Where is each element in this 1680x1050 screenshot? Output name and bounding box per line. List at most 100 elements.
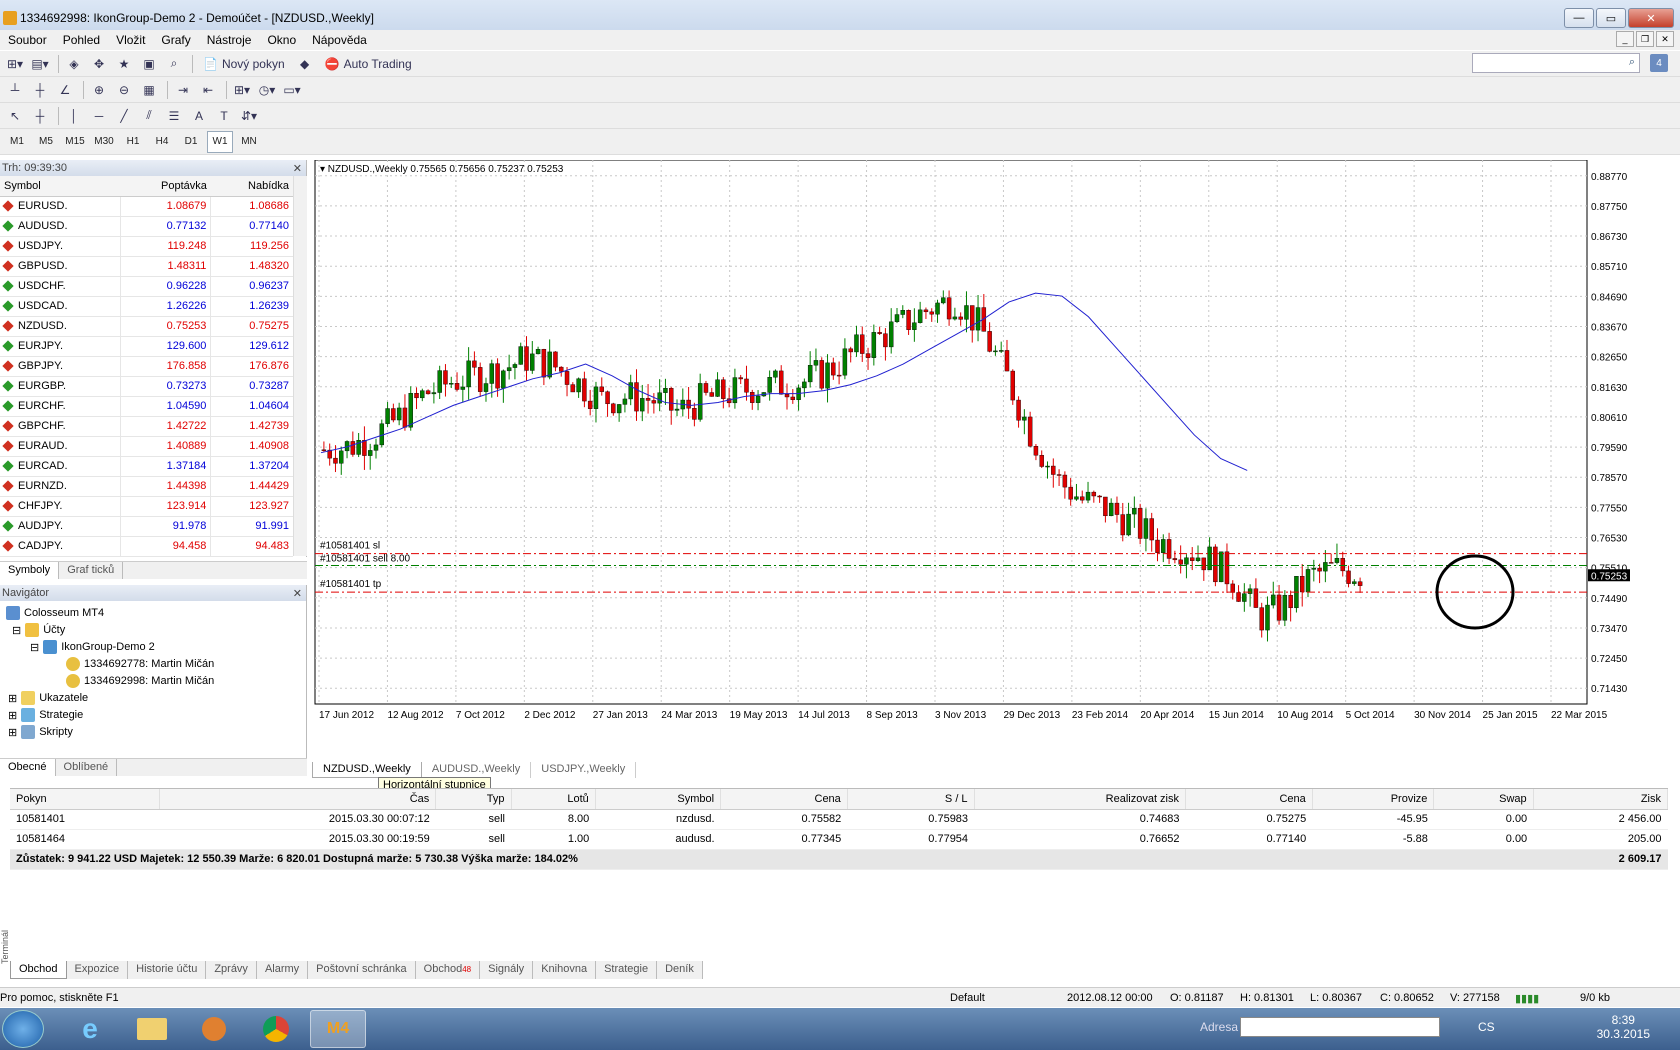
terminal-tab[interactable]: Zprávy (206, 961, 257, 979)
menu-file[interactable]: Soubor (0, 33, 55, 47)
nav-indicators[interactable]: ⊞ Ukazatele (8, 691, 88, 705)
orders-col[interactable]: Realizovat zisk (974, 789, 1187, 810)
text-icon[interactable]: A (188, 105, 210, 127)
market-watch-row[interactable]: USDJPY. 119.248 119.256 (0, 236, 293, 257)
orders-col[interactable]: S / L (847, 789, 975, 810)
search-input[interactable]: ⌕ (1472, 53, 1640, 73)
order-row[interactable]: 10581401 2015.03.30 00:07:12 sell 8.00 nzdus… (10, 809, 1668, 830)
channel-icon[interactable]: ⫽ (138, 105, 160, 127)
terminal-tab[interactable]: Obchod (10, 961, 67, 979)
col-symbol[interactable]: Symbol (0, 176, 121, 197)
chrome-icon[interactable] (248, 1010, 304, 1048)
market-watch-row[interactable]: AUDJPY. 91.978 91.991 (0, 516, 293, 537)
menu-help[interactable]: Nápověda (304, 33, 375, 47)
tf-d1[interactable]: D1 (178, 131, 204, 153)
nav-server[interactable]: ⊟ IkonGroup-Demo 2 (30, 640, 155, 654)
chart-tab-usdjpy[interactable]: USDJPY.,Weekly (531, 762, 637, 778)
address-input[interactable] (1240, 1017, 1440, 1037)
terminal-tab[interactable]: Obchod48 (416, 961, 481, 979)
tf-m1[interactable]: M1 (4, 131, 30, 153)
terminal-tab[interactable]: Deník (657, 961, 703, 979)
nav-accounts[interactable]: ⊟ Účty (12, 623, 65, 637)
menu-view[interactable]: Pohled (55, 33, 108, 47)
market-watch-row[interactable]: NZDUSD. 0.75253 0.75275 (0, 316, 293, 337)
market-watch-row[interactable]: GBPJPY. 176.858 176.876 (0, 356, 293, 377)
mdi-minimize-button[interactable]: _ (1616, 31, 1634, 47)
orders-col[interactable]: Čas (159, 789, 437, 810)
tf-w1[interactable]: W1 (207, 130, 233, 153)
language-indicator[interactable]: CS (1478, 1020, 1495, 1034)
market-watch-icon[interactable]: ◈ (63, 53, 85, 75)
horizontal-line-icon[interactable]: ─ (88, 105, 110, 127)
close-icon[interactable]: ✕ (293, 587, 302, 600)
mdi-close-button[interactable]: ✕ (1656, 31, 1674, 47)
tab-general[interactable]: Obecné (0, 759, 56, 776)
terminal-tab[interactable]: Expozice (67, 961, 129, 979)
terminal-tab[interactable]: Poštovní schránka (308, 961, 416, 979)
trendline-icon[interactable]: ╱ (113, 105, 135, 127)
tab-tick-chart[interactable]: Graf ticků (59, 562, 124, 579)
profiles-icon[interactable]: ▤▾ (29, 53, 51, 75)
label-icon[interactable]: T (213, 105, 235, 127)
orders-col[interactable]: Swap (1433, 789, 1534, 810)
terminal-tab[interactable]: Knihovna (533, 961, 597, 979)
new-chart-icon[interactable]: ⊞▾ (4, 53, 26, 75)
close-button[interactable]: ✕ (1628, 8, 1674, 28)
close-icon[interactable]: ✕ (293, 162, 302, 175)
price-chart[interactable]: 0.88770 0.87750 0.86730 0.85710 0.84690 0.836… (312, 159, 1668, 760)
terminal-tab[interactable]: Historie účtu (128, 961, 207, 979)
tf-h1[interactable]: H1 (120, 131, 146, 153)
indicators-icon[interactable]: ⊞▾ (231, 79, 253, 101)
market-watch-row[interactable]: EURUSD. 1.08679 1.08686 (0, 196, 293, 217)
market-watch-row[interactable]: EURGBP. 0.73273 0.73287 (0, 376, 293, 397)
metaeditor-icon[interactable]: ◆ (294, 53, 316, 75)
strategy-tester-icon[interactable]: ⌕ (163, 53, 185, 75)
orders-col[interactable]: Symbol (595, 789, 722, 810)
chart-shift-icon[interactable]: ⇥ (172, 79, 194, 101)
orders-col[interactable]: Typ (435, 789, 512, 810)
market-watch-row[interactable]: EURCAD. 1.37184 1.37204 (0, 456, 293, 477)
nav-account-2[interactable]: 1334692998: Martin Mičán (66, 674, 214, 688)
arrows-icon[interactable]: ⇵▾ (238, 105, 260, 127)
status-profile[interactable]: Default (950, 992, 985, 1004)
zoom-out-icon[interactable]: ⊖ (113, 79, 135, 101)
orders-col[interactable]: Pokyn (10, 789, 160, 810)
col-bid[interactable]: Poptávka (120, 176, 211, 197)
bar-chart-icon[interactable]: ┴ (4, 79, 26, 101)
menu-window[interactable]: Okno (259, 33, 304, 47)
cursor-icon[interactable]: ↖ (4, 105, 26, 127)
nav-strategies[interactable]: ⊞ Strategie (8, 708, 83, 722)
vertical-line-icon[interactable]: │ (63, 105, 85, 127)
tf-mn[interactable]: MN (236, 131, 262, 153)
minimize-button[interactable]: — (1564, 8, 1594, 28)
maximize-button[interactable]: ▭ (1596, 8, 1626, 28)
candlestick-icon[interactable]: ┼ (29, 79, 51, 101)
market-watch-scrollbar[interactable] (293, 176, 307, 556)
chart-tab-audusd[interactable]: AUDUSD.,Weekly (422, 762, 532, 778)
nav-scripts[interactable]: ⊞ Skripty (8, 725, 73, 739)
periods-icon[interactable]: ◷▾ (256, 79, 278, 101)
orders-col[interactable]: Lotů (511, 789, 596, 810)
mdi-restore-button[interactable]: ❐ (1636, 31, 1654, 47)
menu-tools[interactable]: Nástroje (199, 33, 260, 47)
clock[interactable]: 8:39 30.3.2015 (1597, 1013, 1650, 1041)
tf-m30[interactable]: M30 (91, 131, 117, 153)
tf-m15[interactable]: M15 (62, 131, 88, 153)
start-button[interactable] (2, 1010, 44, 1048)
market-watch-row[interactable]: USDCAD. 1.26226 1.26239 (0, 296, 293, 317)
metatrader-icon[interactable]: M4 (310, 1010, 366, 1048)
terminal-tab[interactable]: Signály (480, 961, 534, 979)
new-order-button[interactable]: 📄 Nový pokyn (197, 53, 291, 75)
terminal-tab[interactable]: Strategie (596, 961, 658, 979)
tf-h4[interactable]: H4 (149, 131, 175, 153)
crosshair-icon[interactable]: ┼ (29, 105, 51, 127)
market-watch-row[interactable]: GBPCHF. 1.42722 1.42739 (0, 416, 293, 437)
market-watch-row[interactable]: EURJPY. 129.600 129.612 (0, 336, 293, 357)
menu-insert[interactable]: Vložit (108, 33, 153, 47)
terminal-icon[interactable]: ▣ (138, 53, 160, 75)
terminal-tab[interactable]: Alarmy (257, 961, 309, 979)
auto-trading-button[interactable]: ⛔ Auto Trading (319, 53, 418, 75)
templates-icon[interactable]: ▭▾ (281, 79, 303, 101)
chart-tab-nzdusd[interactable]: NZDUSD.,Weekly (312, 762, 422, 778)
market-watch-row[interactable]: CADJPY. 94.458 94.483 (0, 536, 293, 557)
